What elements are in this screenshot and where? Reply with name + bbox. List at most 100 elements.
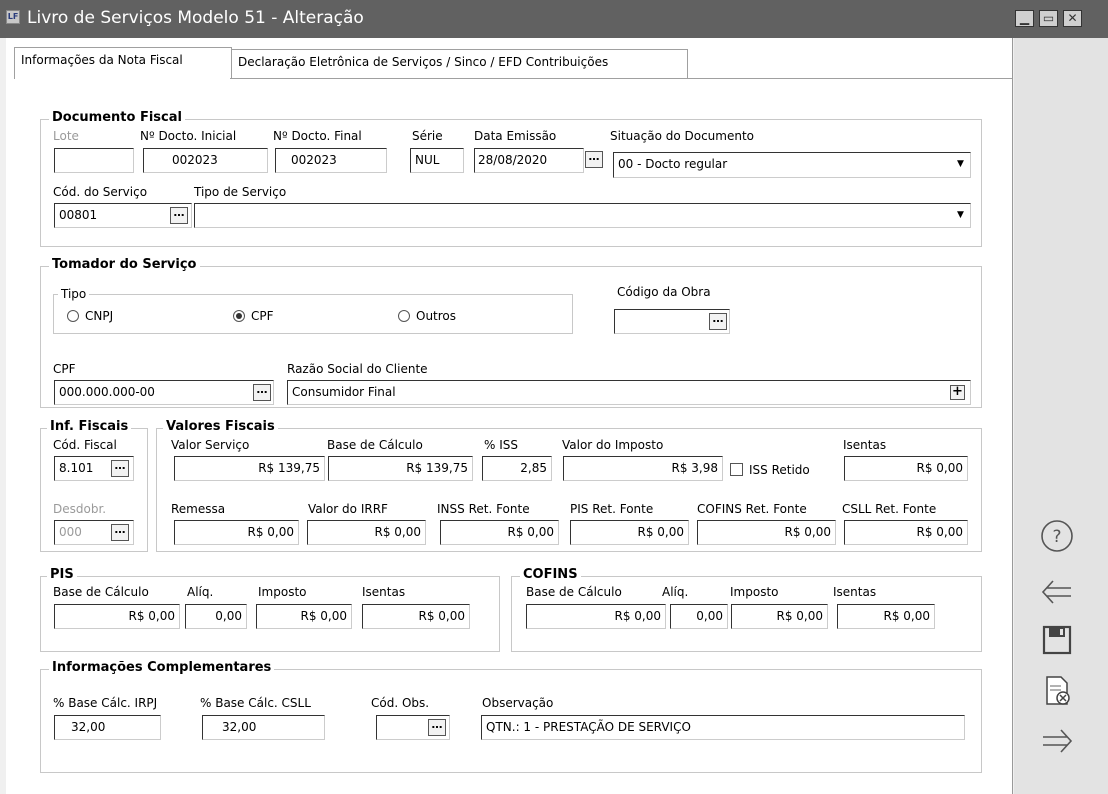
inss-input[interactable]: R$ 0,00 <box>440 520 559 545</box>
group-title: Documento Fiscal <box>49 110 185 125</box>
window-title: Livro de Serviços Modelo 51 - Alteração <box>27 8 364 28</box>
iss-retido-label: ISS Retido <box>749 463 810 477</box>
docto-final-label: Nº Docto. Final <box>273 129 362 143</box>
cofins-ret-label: COFINS Ret. Fonte <box>697 502 807 516</box>
tab-divider <box>230 78 1012 79</box>
minimize-button[interactable]: ▁ <box>1015 10 1034 27</box>
documento-fiscal-group: Documento Fiscal Lote Nº Docto. Inicial … <box>40 110 982 247</box>
lookup-button[interactable]: … <box>111 524 129 541</box>
save-icon[interactable] <box>1032 615 1082 665</box>
cofins-aliq-label: Alíq. <box>662 585 689 599</box>
razao-social-label: Razão Social do Cliente <box>287 362 428 376</box>
razao-social-input[interactable]: Consumidor Final <box>287 380 971 405</box>
situacao-label: Situação do Documento <box>610 129 755 143</box>
tab-label: Declaração Eletrônica de Serviços / Sinc… <box>238 55 609 69</box>
tomador-group: Tomador do Serviço Tipo CNPJ CPF Outros … <box>40 257 982 408</box>
valor-imposto-label: Valor do Imposto <box>562 438 664 452</box>
csll-ret-input[interactable]: R$ 0,00 <box>844 520 968 545</box>
lookup-button[interactable]: … <box>428 719 446 736</box>
serie-label: Série <box>412 129 443 143</box>
back-arrow-icon[interactable] <box>1032 567 1082 617</box>
group-title: Tipo <box>58 287 90 301</box>
pis-aliq-input[interactable]: 0,00 <box>185 604 247 629</box>
cofins-isentas-input[interactable]: R$ 0,00 <box>837 604 935 629</box>
cofins-ret-input[interactable]: R$ 0,00 <box>697 520 836 545</box>
data-emissao-label: Data Emissão <box>474 129 557 143</box>
pis-isentas-label: Isentas <box>362 585 406 599</box>
inss-label: INSS Ret. Fonte <box>437 502 530 516</box>
group-title: Tomador do Serviço <box>49 257 200 272</box>
situacao-select[interactable]: 00 - Docto regular <box>613 152 971 178</box>
cpf-input[interactable]: 000.000.000-00 <box>54 380 274 405</box>
cofins-base-input[interactable]: R$ 0,00 <box>526 604 666 629</box>
group-title: PIS <box>47 567 77 582</box>
lookup-button[interactable]: … <box>111 460 129 477</box>
irpj-input[interactable]: 32,00 <box>54 715 161 740</box>
inf-fiscais-group: Inf. Fiscais Cód. Fiscal 8.101 … Desdobr… <box>40 419 148 552</box>
tipo-servico-label: Tipo de Serviço <box>194 185 287 199</box>
lote-label: Lote <box>53 129 79 143</box>
data-emissao-input[interactable]: 28/08/2020 <box>474 148 584 173</box>
pis-base-label: Base de Cálculo <box>53 585 149 599</box>
valor-servico-input[interactable]: R$ 139,75 <box>174 456 325 481</box>
valor-imposto-input[interactable]: R$ 3,98 <box>563 456 723 481</box>
cod-servico-label: Cód. do Serviço <box>53 185 148 199</box>
tipo-group: Tipo CNPJ CPF Outros <box>53 287 573 334</box>
iss-retido-checkbox[interactable] <box>730 463 743 476</box>
valores-fiscais-group: Valores Fiscais Valor Serviço R$ 139,75 … <box>156 419 982 552</box>
isentas-input[interactable]: R$ 0,00 <box>844 456 968 481</box>
pis-imposto-label: Imposto <box>258 585 307 599</box>
lookup-button[interactable]: … <box>170 207 188 224</box>
radio-cnpj[interactable]: CNPJ <box>67 309 113 323</box>
cofins-isentas-label: Isentas <box>833 585 877 599</box>
lote-input[interactable] <box>54 148 134 173</box>
iss-label: % ISS <box>484 438 518 452</box>
tab-declaracao[interactable]: Declaração Eletrônica de Serviços / Sinc… <box>232 49 688 79</box>
chevron-down-icon[interactable]: ▼ <box>953 157 968 172</box>
cpf-label: CPF <box>53 362 76 376</box>
desdobr-label: Desdobr. <box>53 502 107 516</box>
add-icon[interactable]: + <box>950 385 965 400</box>
radio-outros[interactable]: Outros <box>398 309 456 323</box>
help-icon[interactable]: ? <box>1032 511 1082 561</box>
forward-arrow-icon[interactable] <box>1032 716 1082 766</box>
observacao-label: Observação <box>482 696 554 710</box>
lookup-button[interactable]: … <box>253 384 271 401</box>
serie-input[interactable]: NUL <box>410 148 464 173</box>
base-calculo-label: Base de Cálculo <box>327 438 423 452</box>
codigo-obra-label: Código da Obra <box>617 285 711 299</box>
pis-group: PIS Base de Cálculo R$ 0,00 Alíq. 0,00 I… <box>40 567 500 652</box>
remessa-input[interactable]: R$ 0,00 <box>174 520 299 545</box>
chevron-down-icon[interactable]: ▼ <box>953 208 968 223</box>
cofins-imposto-input[interactable]: R$ 0,00 <box>731 604 828 629</box>
docto-final-input[interactable]: 002023 <box>275 148 387 173</box>
group-title: Inf. Fiscais <box>47 419 132 434</box>
group-title: Valores Fiscais <box>163 419 278 434</box>
radio-cpf[interactable]: CPF <box>233 309 274 323</box>
observacao-input[interactable]: QTN.: 1 - PRESTAÇÃO DE SERVIÇO <box>481 715 965 740</box>
maximize-button[interactable]: ▭ <box>1039 10 1058 27</box>
iss-input[interactable]: 2,85 <box>482 456 552 481</box>
irrf-label: Valor do IRRF <box>308 502 388 516</box>
cofins-aliq-input[interactable]: 0,00 <box>670 604 728 629</box>
remessa-label: Remessa <box>171 502 226 516</box>
irrf-input[interactable]: R$ 0,00 <box>307 520 426 545</box>
date-picker-button[interactable]: … <box>585 151 603 168</box>
tab-informacoes[interactable]: Informações da Nota Fiscal <box>14 47 232 79</box>
pis-ret-input[interactable]: R$ 0,00 <box>570 520 689 545</box>
docto-inicial-input[interactable]: 002023 <box>143 148 268 173</box>
docto-inicial-label: Nº Docto. Inicial <box>140 129 237 143</box>
csll-ret-label: CSLL Ret. Fonte <box>842 502 937 516</box>
valor-servico-label: Valor Serviço <box>171 438 250 452</box>
lookup-button[interactable]: … <box>709 313 727 330</box>
informacoes-complementares-group: Informações Complementares % Base Cálc. … <box>40 660 982 773</box>
close-button[interactable]: ✕ <box>1063 10 1082 27</box>
tipo-servico-select[interactable] <box>194 203 971 228</box>
pis-imposto-input[interactable]: R$ 0,00 <box>256 604 352 629</box>
tab-label: Informações da Nota Fiscal <box>21 53 183 67</box>
csll-input[interactable]: 32,00 <box>202 715 325 740</box>
base-calculo-input[interactable]: R$ 139,75 <box>328 456 473 481</box>
pis-isentas-input[interactable]: R$ 0,00 <box>362 604 470 629</box>
cancel-document-icon[interactable] <box>1032 666 1082 716</box>
pis-base-input[interactable]: R$ 0,00 <box>54 604 180 629</box>
